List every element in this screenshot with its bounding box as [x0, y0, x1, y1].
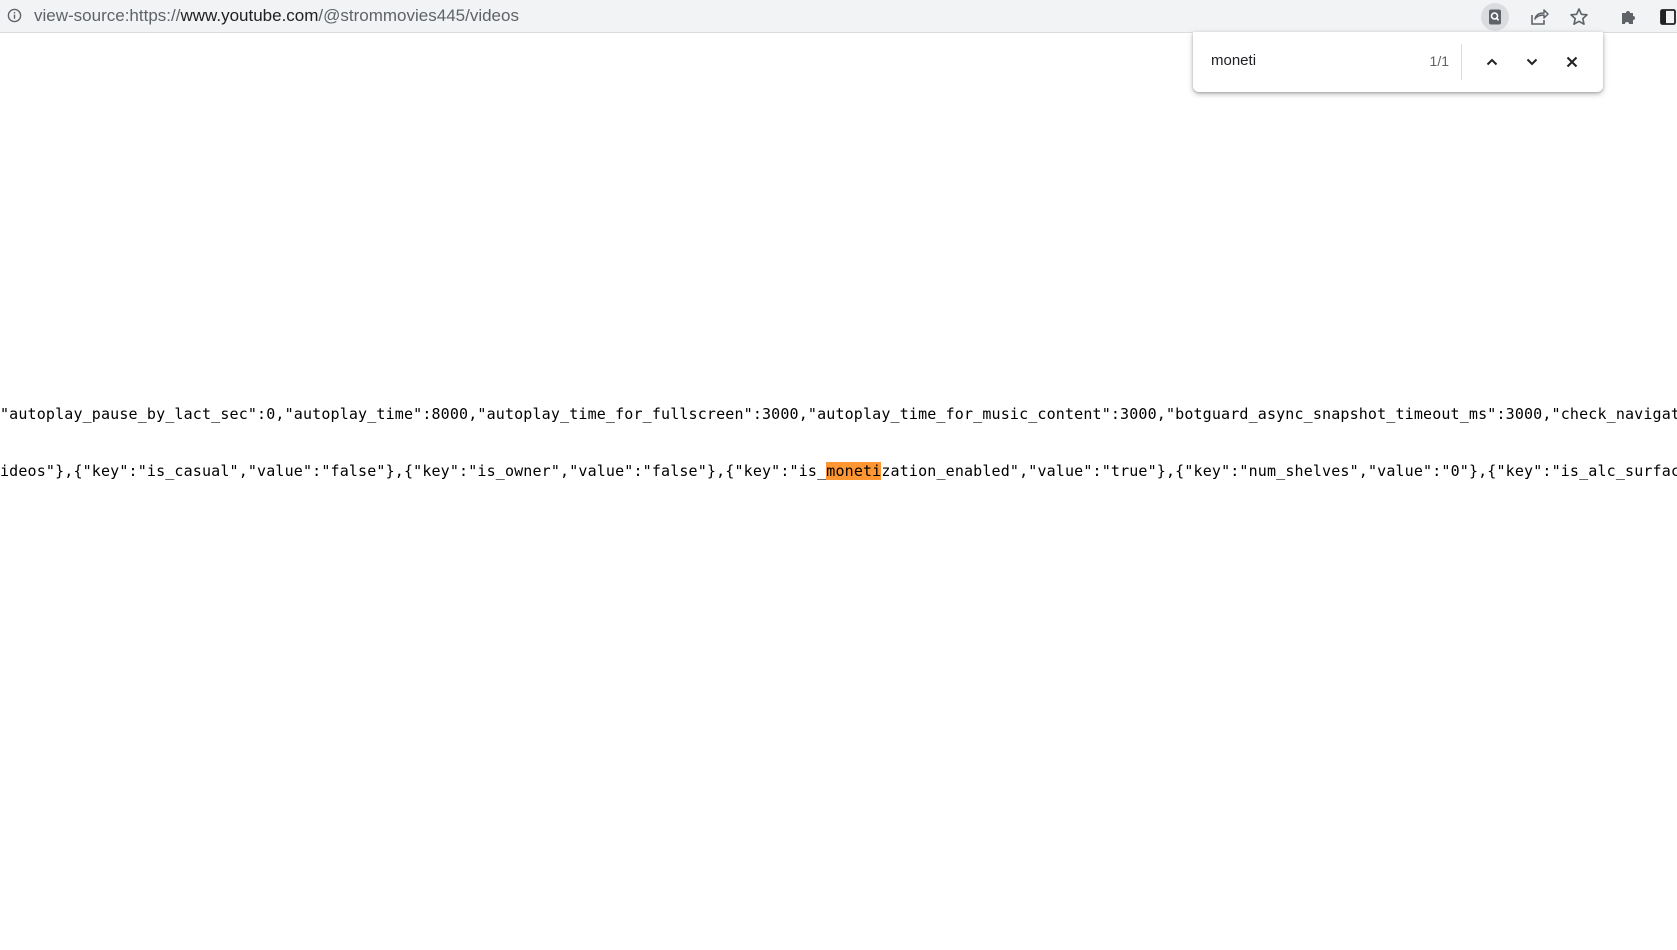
star-icon[interactable]	[1565, 3, 1593, 31]
address-bar[interactable]: view-source:https://www.youtube.com/@str…	[34, 6, 519, 26]
puzzle-icon[interactable]	[1615, 3, 1643, 31]
zoom-icon[interactable]	[1481, 3, 1509, 31]
info-icon[interactable]	[7, 8, 22, 23]
find-input[interactable]	[1211, 52, 1391, 69]
close-icon[interactable]	[1558, 48, 1586, 76]
chevron-up-icon[interactable]	[1478, 48, 1506, 76]
find-match-highlight: moneti	[826, 462, 882, 480]
find-match-count: 1/1	[1429, 53, 1449, 69]
browser-toolbar: view-source:https://www.youtube.com/@str…	[0, 0, 1677, 33]
find-in-page-bar: 1/1	[1193, 32, 1603, 92]
url-host: www.youtube.com	[180, 6, 319, 25]
url-path: /@strommovies445/videos	[318, 6, 519, 25]
source-line-1: "autoplay_pause_by_lact_sec":0,"autoplay…	[0, 405, 1677, 423]
chevron-down-icon[interactable]	[1518, 48, 1546, 76]
source-text-before-match: ideos"},{"key":"is_casual","value":"fals…	[0, 462, 827, 480]
side-panel-icon[interactable]	[1654, 3, 1677, 31]
find-divider	[1461, 44, 1462, 80]
source-text-after-match: zation_enabled","value":"true"},{"key":"…	[881, 462, 1677, 480]
source-line-2: ideos"},{"key":"is_casual","value":"fals…	[0, 462, 1677, 480]
url-scheme: view-source:https://	[34, 6, 181, 25]
share-icon[interactable]	[1525, 3, 1553, 31]
